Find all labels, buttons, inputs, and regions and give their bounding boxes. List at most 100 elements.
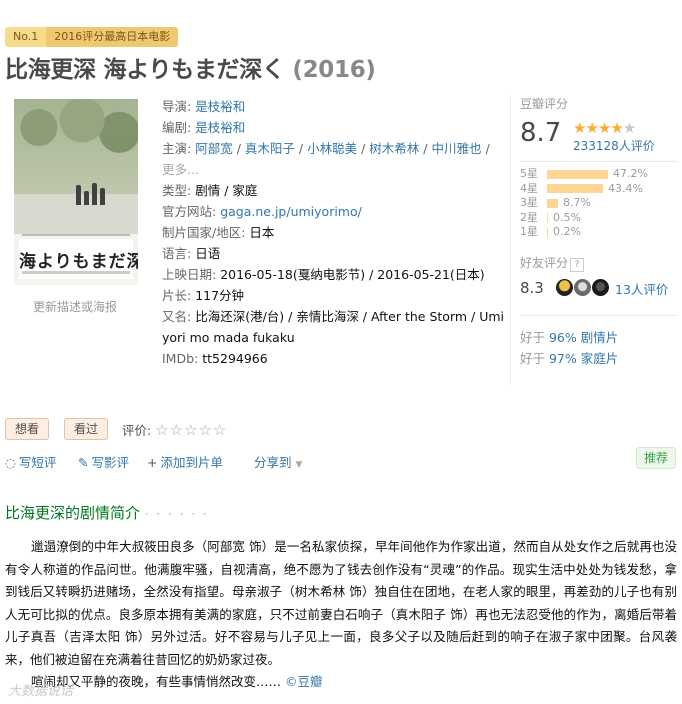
share-action[interactable]: 分享到 ▼ (254, 452, 302, 471)
info-director: 导演: 是枝裕和 (162, 96, 502, 117)
update-poster-link[interactable]: 更新描述或海报 (33, 298, 117, 315)
share-link[interactable]: 分享到 (254, 455, 292, 470)
poster-credit-line (22, 234, 130, 236)
heading-dots: · · · · · · (144, 507, 209, 521)
avatar[interactable] (556, 279, 573, 296)
release-value-2: 2016-05-21(日本) (377, 267, 485, 282)
bar-percent: 43.4% (608, 181, 643, 195)
synopsis-heading: 比海更深的剧情简介 · · · · · · (5, 502, 209, 523)
imdb-value: tt5294966 (202, 351, 268, 366)
write-short-review-action[interactable]: ◌ 写短评 (5, 452, 56, 471)
friend-count-link[interactable]: 13人评价 (615, 279, 668, 298)
cast-link[interactable]: 中川雅也 (431, 141, 481, 156)
writer-link[interactable]: 是枝裕和 (195, 120, 245, 135)
aka-label: 又名: (162, 309, 192, 324)
sidebar-divider (510, 95, 511, 385)
rating-bar-row: 5星 47.2% (520, 167, 648, 182)
country-value: 日本 (249, 225, 275, 240)
rating-distribution: 5星 47.2% 4星 43.4% 3星 8.7% 2星 0.5% 1星 0.2… (520, 167, 648, 240)
bar-percent: 47.2% (613, 167, 648, 180)
pencil-icon: ✎ (78, 455, 89, 470)
want-to-watch-button[interactable]: 想看 (5, 418, 50, 440)
cast-link[interactable]: 小林聪美 (307, 141, 357, 156)
director-label: 导演: (162, 99, 192, 114)
badge-text: 2016评分最高日本电影 (46, 27, 179, 47)
better-than-genre: 好于 96% 剧情片 (520, 327, 618, 346)
info-imdb: IMDb: tt5294966 (162, 348, 502, 369)
write-review-link[interactable]: 写影评 (91, 455, 129, 470)
release-separator: / (365, 267, 378, 282)
info-site: 官方网站: gaga.ne.jp/umiyorimo/ (162, 201, 502, 222)
rating-bar (547, 169, 608, 179)
rate-control: 评价: ☆☆☆☆☆ (122, 420, 227, 439)
synopsis-paragraph-2: 喧闹却又平静的夜晚，有些事情悄然改变…… ©豆瓣 (5, 671, 677, 694)
poster-credit-line (22, 271, 130, 274)
rating-bar-row: 2星 0.5% (520, 211, 648, 226)
genre-value: 家庭 (232, 183, 258, 198)
movie-poster[interactable]: 海よりもまだ深く (14, 99, 138, 285)
add-to-list-link[interactable]: 添加到片单 (160, 455, 223, 470)
better-prefix: 好于 (520, 330, 549, 345)
better-than-genre: 好于 97% 家庭片 (520, 348, 618, 367)
avatar[interactable] (574, 279, 591, 296)
movie-year: (2016) (292, 57, 376, 83)
watermark-text: 大数据说话 (8, 684, 74, 699)
rating-bar (547, 213, 548, 223)
poster-title: 海よりもまだ深く (19, 252, 138, 272)
cast-more-link[interactable]: 更多... (162, 162, 199, 177)
movie-info: 导演: 是枝裕和 编剧: 是枝裕和 主演: 阿部宽 / 真木阳子 / 小林聪美 … (162, 96, 504, 369)
synopsis-title: 比海更深的剧情简介 (5, 504, 141, 522)
add-to-list-action[interactable]: + 添加到片单 (147, 452, 223, 471)
language-label: 语言: (162, 246, 192, 261)
better-genre-link[interactable]: 家庭片 (581, 351, 619, 366)
page-title: 比海更深 海よりもまだ深く (2016) (5, 50, 376, 84)
watched-button[interactable]: 看过 (64, 418, 109, 440)
poster-trees (14, 99, 138, 194)
official-site-link[interactable]: gaga.ne.jp/umiyorimo/ (220, 204, 362, 219)
friend-rating-label: 好友评分? (520, 254, 585, 272)
country-label: 制片国家/地区: (162, 225, 246, 240)
info-cast-more: 更多... (162, 159, 502, 180)
ranking-badge[interactable]: No.1 2016评分最高日本电影 (5, 27, 179, 47)
cast-link[interactable]: 真木阳子 (245, 141, 295, 156)
write-short-review-link[interactable]: 写短评 (19, 455, 57, 470)
rating-divider (520, 315, 678, 316)
better-percent-link[interactable]: 96% (549, 330, 577, 345)
badge-number: No.1 (5, 27, 47, 47)
writer-label: 编剧: (162, 120, 192, 135)
runtime-label: 片长: (162, 288, 192, 303)
rating-count-link[interactable]: 233128人评价 (573, 137, 655, 154)
genre-label: 类型: (162, 183, 192, 198)
info-runtime: 片长: 117分钟 (162, 285, 502, 306)
info-genre: 类型: 剧情 / 家庭 (162, 183, 258, 198)
rating-label: 豆瓣评分 (520, 97, 569, 111)
movie-title: 比海更深 海よりもまだ深く (5, 57, 285, 83)
better-percent-link[interactable]: 97% (549, 351, 577, 366)
bar-label: 4星 (520, 181, 538, 195)
imdb-label: IMDb: (162, 351, 199, 366)
chevron-down-icon: ▼ (295, 460, 303, 470)
rating-bar-row: 1星 0.2% (520, 225, 648, 240)
info-cast: 主演: 阿部宽 / 真木阳子 / 小林聪美 / 树木希林 / 中川雅也 / (162, 141, 490, 156)
help-icon[interactable]: ? (570, 258, 585, 272)
rate-stars-icon[interactable]: ☆☆☆☆☆ (155, 421, 227, 439)
synopsis-paragraph: 邋遢潦倒的中年大叔筱田良多（阿部宽 饰）是一名私家侦探，早年间他作为作家出道，然… (5, 539, 677, 667)
rating-bar (547, 184, 603, 194)
bar-label: 5星 (520, 167, 538, 180)
friend-rating-title: 好友评分 (520, 256, 569, 270)
cast-link[interactable]: 树木希林 (369, 141, 419, 156)
bar-label: 3星 (520, 196, 538, 209)
write-review-action[interactable]: ✎ 写影评 (78, 452, 129, 471)
better-genre-link[interactable]: 剧情片 (581, 330, 619, 345)
rating-score: 8.7 (520, 118, 562, 148)
director-link[interactable]: 是枝裕和 (195, 99, 245, 114)
avatar[interactable] (592, 279, 609, 296)
source-link[interactable]: ©豆瓣 (285, 674, 323, 689)
rating-bar-row: 3星 8.7% (520, 196, 648, 211)
cast-link[interactable]: 阿部宽 (195, 141, 233, 156)
rating-bar-row: 4星 43.4% (520, 182, 648, 197)
friend-avatars[interactable] (556, 279, 610, 296)
recommend-button[interactable]: 推荐 (636, 447, 677, 469)
rating-divider (520, 161, 678, 162)
language-value: 日语 (195, 246, 221, 261)
